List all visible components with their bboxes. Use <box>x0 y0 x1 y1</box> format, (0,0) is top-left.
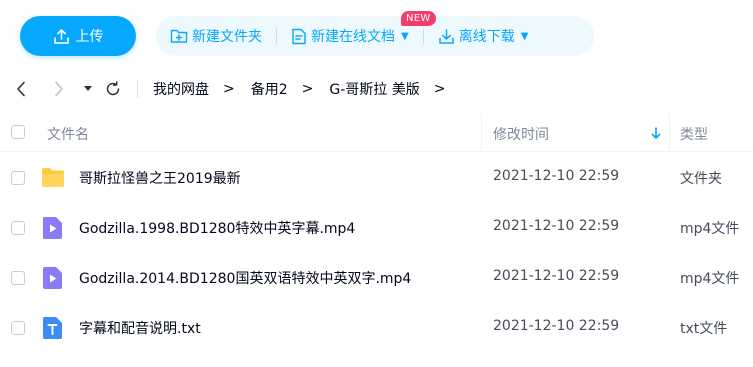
table-header <box>0 113 753 152</box>
nav-divider <box>137 80 138 98</box>
column-header-modified[interactable]: 修改时间 <box>493 124 549 144</box>
offline-download-label: 离线下载 <box>458 29 515 45</box>
forward-icon[interactable] <box>52 80 66 98</box>
file-type: mp4文件 <box>680 221 740 237</box>
row-checkbox[interactable] <box>11 221 25 235</box>
download-icon <box>438 28 455 45</box>
upload-icon <box>53 28 70 45</box>
breadcrumb: 我的网盘 > 备用2 > G-哥斯拉 美版 > <box>153 78 461 100</box>
action-group: 新建文件夹 新建在线文档 ▼ 离线下载 ▼ <box>156 16 594 56</box>
history-dropdown-icon[interactable] <box>82 80 94 98</box>
breadcrumb-item[interactable]: G-哥斯拉 美版 <box>329 79 419 99</box>
column-divider <box>481 113 482 151</box>
modified-time: 2021-12-10 22:59 <box>493 318 620 334</box>
new-badge: NEW <box>401 11 436 26</box>
upload-button[interactable]: 上传 <box>20 16 136 56</box>
row-checkbox[interactable] <box>11 171 25 185</box>
video-file-icon <box>41 266 65 290</box>
file-type: 文件夹 <box>680 171 722 187</box>
file-name[interactable]: Godzilla.2014.BD1280国英双语特效中英双字.mp4 <box>79 268 411 288</box>
new-folder-icon <box>170 28 188 44</box>
row-checkbox[interactable] <box>11 271 25 285</box>
sort-descending-icon[interactable] <box>651 125 661 144</box>
new-doc-icon <box>291 28 307 45</box>
breadcrumb-separator: > <box>223 81 235 97</box>
new-online-doc-label: 新建在线文档 <box>311 29 395 45</box>
column-header-type[interactable]: 类型 <box>680 124 708 144</box>
new-folder-label: 新建文件夹 <box>192 29 262 45</box>
breadcrumb-item[interactable]: 备用2 <box>251 79 288 99</box>
table-row[interactable]: 字幕和配音说明.txt 2021-12-10 22:59 txt文件 <box>0 303 753 353</box>
table-row[interactable]: Godzilla.1998.BD1280特效中英字幕.mp4 2021-12-1… <box>0 203 753 253</box>
back-icon[interactable] <box>14 80 28 98</box>
column-header-name[interactable]: 文件名 <box>47 124 89 144</box>
caret-down-icon: ▼ <box>401 30 409 42</box>
file-type: mp4文件 <box>680 271 740 287</box>
file-name[interactable]: 哥斯拉怪兽之王2019最新 <box>79 168 241 188</box>
table-row[interactable]: 哥斯拉怪兽之王2019最新 2021-12-10 22:59 文件夹 <box>0 153 753 203</box>
file-type: txt文件 <box>680 321 728 337</box>
breadcrumb-item[interactable]: 我的网盘 <box>153 79 209 99</box>
refresh-icon[interactable] <box>104 80 122 98</box>
file-name[interactable]: Godzilla.1998.BD1280特效中英字幕.mp4 <box>79 218 355 238</box>
offline-download-button[interactable]: 离线下载 ▼ <box>424 16 543 56</box>
toolbar: 上传 新建文件夹 新建在线文档 ▼ 离线下载 ▼ NEW <box>0 0 753 70</box>
breadcrumb-separator: > <box>301 81 314 97</box>
text-file-icon <box>41 316 65 340</box>
video-file-icon <box>41 216 65 240</box>
breadcrumb-separator: > <box>433 81 446 97</box>
modified-time: 2021-12-10 22:59 <box>493 218 620 234</box>
new-folder-button[interactable]: 新建文件夹 <box>156 16 276 56</box>
file-name[interactable]: 字幕和配音说明.txt <box>79 318 201 338</box>
select-all-checkbox[interactable] <box>11 125 25 139</box>
folder-icon <box>41 166 65 190</box>
table-row[interactable]: Godzilla.2014.BD1280国英双语特效中英双字.mp4 2021-… <box>0 253 753 303</box>
column-divider <box>669 113 670 151</box>
row-checkbox[interactable] <box>11 321 25 335</box>
modified-time: 2021-12-10 22:59 <box>493 268 620 284</box>
caret-down-icon: ▼ <box>520 30 529 42</box>
modified-time: 2021-12-10 22:59 <box>493 168 620 184</box>
upload-label: 上传 <box>75 29 104 45</box>
